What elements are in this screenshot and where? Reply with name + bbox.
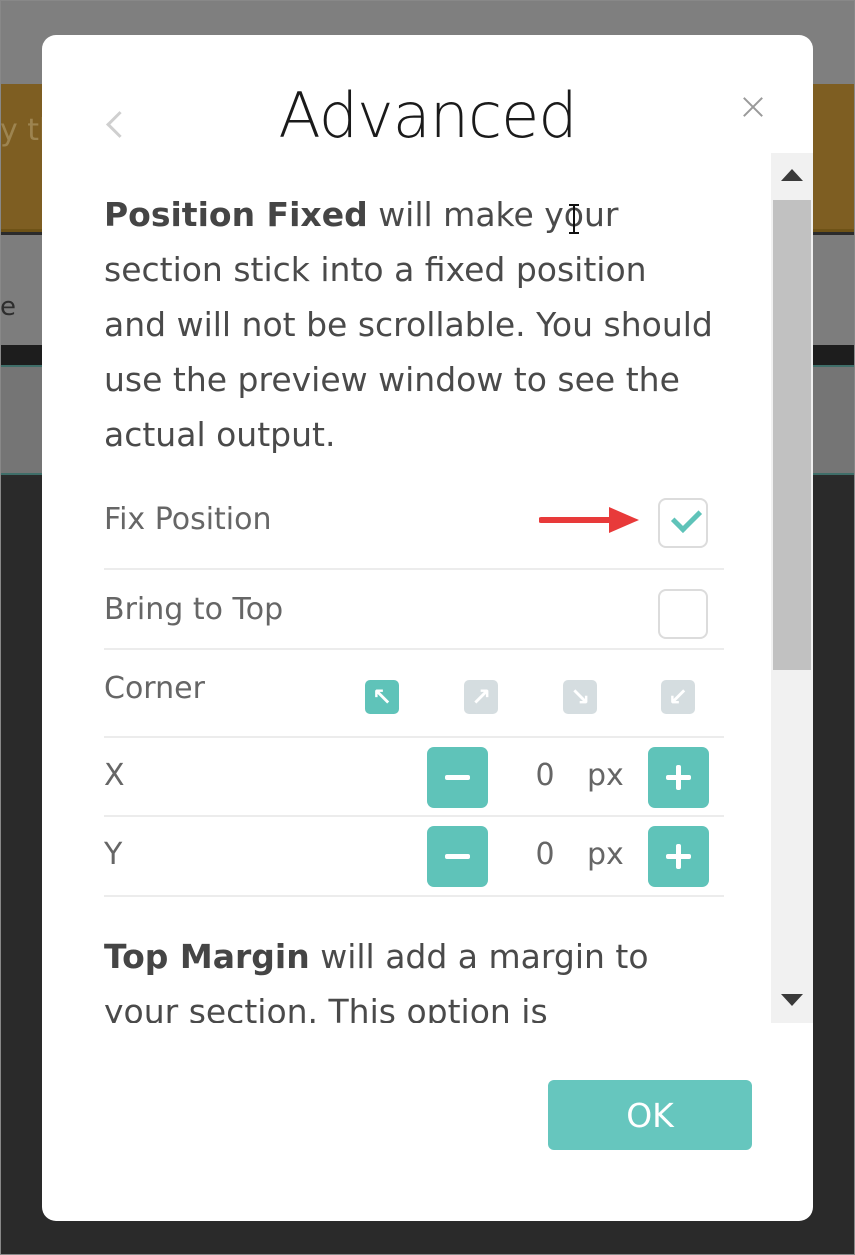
bring-to-top-row: Bring to Top xyxy=(104,570,724,650)
y-value[interactable]: 0 xyxy=(525,837,565,872)
top-margin-heading: Top Margin xyxy=(104,937,310,976)
y-label: Y xyxy=(104,837,123,872)
annotation-arrow-icon xyxy=(539,507,639,533)
fix-position-label: Fix Position xyxy=(104,502,272,537)
corner-row: Corner ↖ ↗ ↘ ↙ xyxy=(104,650,724,738)
text-cursor-icon xyxy=(569,204,579,234)
top-margin-description: Top Margin will add a margin to your sec… xyxy=(104,929,714,1023)
vertical-scrollbar[interactable] xyxy=(771,153,813,1023)
x-label: X xyxy=(104,758,125,793)
close-icon[interactable] xyxy=(739,93,767,121)
corner-top-right-button[interactable]: ↗ xyxy=(464,680,498,714)
y-unit: px xyxy=(587,837,624,872)
x-unit: px xyxy=(587,758,624,793)
position-fixed-heading: Position Fixed xyxy=(104,195,368,234)
bring-to-top-label: Bring to Top xyxy=(104,592,284,627)
corner-label: Corner xyxy=(104,671,205,706)
x-value[interactable]: 0 xyxy=(525,758,565,793)
bring-to-top-checkbox[interactable] xyxy=(658,589,708,639)
y-increment-button[interactable] xyxy=(648,826,709,887)
ok-button[interactable]: OK xyxy=(548,1080,752,1150)
y-decrement-button[interactable] xyxy=(427,826,488,887)
corner-bottom-right-button[interactable]: ↘ xyxy=(563,680,597,714)
corner-bottom-left-button[interactable]: ↙ xyxy=(661,680,695,714)
x-increment-button[interactable] xyxy=(648,747,709,808)
background-band-text: e xyxy=(0,292,16,322)
y-offset-row: Y 0 px xyxy=(104,817,724,897)
fix-position-checkbox[interactable] xyxy=(658,498,708,548)
scroll-down-icon[interactable] xyxy=(771,978,813,1023)
modal-scroll-content[interactable]: Position Fixed will make your section st… xyxy=(104,183,724,1023)
scrollbar-thumb[interactable] xyxy=(773,200,811,670)
advanced-modal: Advanced Position Fixed will make your s… xyxy=(42,35,813,1221)
scroll-up-icon[interactable] xyxy=(771,153,813,198)
modal-title: Advanced xyxy=(278,79,577,152)
x-decrement-button[interactable] xyxy=(427,747,488,808)
x-offset-row: X 0 px xyxy=(104,738,724,817)
position-fixed-description: Position Fixed will make your section st… xyxy=(104,187,714,462)
corner-top-left-button[interactable]: ↖ xyxy=(365,680,399,714)
